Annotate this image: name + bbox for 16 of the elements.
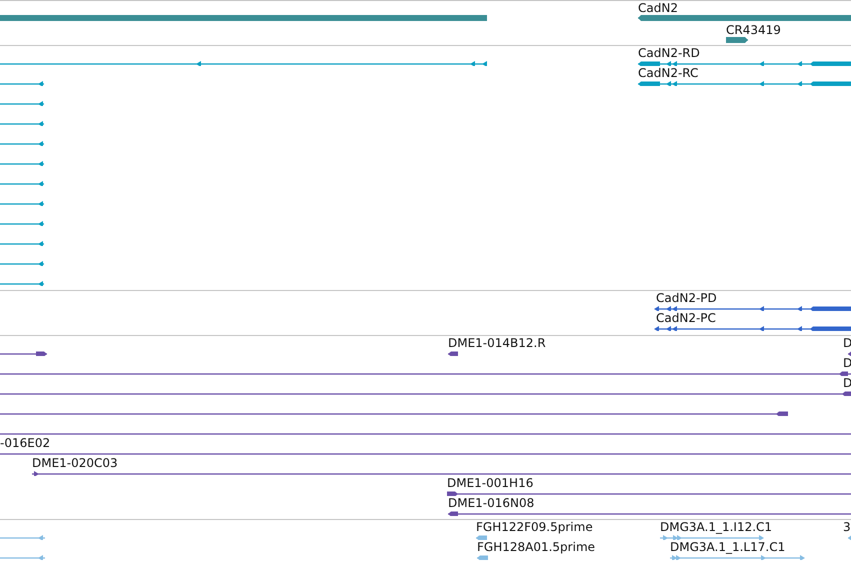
feature-label: CadN2-RC	[638, 67, 698, 80]
feature-label: CadN2	[638, 2, 678, 15]
feature-label: 3	[843, 521, 851, 534]
feature-label: CadN2-PC	[656, 312, 716, 325]
feature-label: -016E02	[0, 437, 50, 450]
feature-label: CR43419	[726, 24, 781, 37]
feature-label: DMG3A.1_1.L17.C1	[670, 541, 786, 554]
feature-label: DMG3A.1_1.I12.C1	[660, 521, 772, 534]
feature-label: DME1-014B12.R	[448, 337, 546, 350]
feature-label: DME1-020C03	[32, 457, 118, 470]
feature-label: FGH128A01.5prime	[477, 541, 596, 554]
feature-label: DME1-016N08	[448, 497, 534, 510]
feature-label: DME1-001H16	[447, 477, 534, 490]
feature-label: CadN2-RD	[638, 47, 700, 60]
feature-label: CadN2-PD	[656, 292, 717, 305]
feature-label: FGH122F09.5prime	[476, 521, 593, 534]
